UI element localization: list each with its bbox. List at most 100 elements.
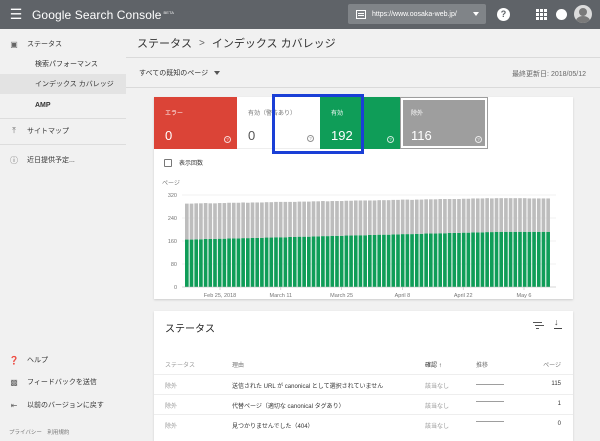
table-row[interactable]: 除外 送信された URL が canonical として選択されていません 該当…	[154, 374, 573, 394]
main-content: ステータス > インデックス カバレッジ すべての既知のページ 最終更新日: 2…	[126, 29, 600, 441]
help-icon[interactable]: ?	[224, 136, 231, 143]
bar-excluded	[490, 198, 494, 233]
apps-grid-icon[interactable]	[535, 8, 548, 21]
sidebar-item-sitemaps[interactable]: ⤒ サイトマップ	[0, 121, 126, 141]
table-row[interactable]: 除外 見つかりませんでした（404） 該当なし 0	[154, 414, 573, 434]
page-filter-dropdown[interactable]: すべての既知のページ	[139, 68, 208, 78]
sidebar-item-coming-soon[interactable]: ⓘ 近日提供予定...	[0, 150, 126, 170]
bar-excluded	[292, 201, 297, 237]
bar-excluded	[222, 203, 227, 239]
bar-valid	[203, 238, 208, 287]
bar-excluded	[199, 203, 203, 240]
stat-tile-excluded[interactable]: 除外 116 ?	[400, 97, 488, 149]
bar-valid	[480, 232, 485, 287]
sidebar-item-feedback[interactable]: ▩ フィードバックを送信	[0, 372, 126, 392]
sidebar-item-performance[interactable]: 検索パフォーマンス	[0, 54, 126, 74]
bar-valid	[377, 234, 382, 287]
column-header-validation[interactable]: 確認 ↑	[425, 360, 442, 369]
last-updated-text: 最終更新日: 2018/05/12	[512, 71, 586, 78]
bar-valid	[382, 234, 386, 287]
sidebar-footer-links[interactable]: プライバシー 利用規約	[9, 428, 69, 436]
bar-valid	[236, 238, 241, 287]
y-tick-label: 320	[168, 193, 177, 199]
stat-tile-error[interactable]: エラー 0 ?	[154, 97, 237, 149]
help-icon[interactable]: ?	[387, 136, 394, 143]
sidebar-item-label: 検索パフォーマンス	[35, 61, 98, 68]
filter-icon[interactable]	[533, 322, 542, 329]
bar-excluded	[396, 199, 400, 235]
bar-valid	[297, 236, 302, 287]
bar-valid	[490, 232, 494, 287]
bar-valid	[344, 235, 349, 287]
help-icon[interactable]: ?	[497, 8, 510, 21]
bar-excluded	[236, 202, 241, 239]
bar-excluded	[311, 201, 316, 237]
bar-excluded	[452, 199, 457, 233]
column-header-pages[interactable]: ページ	[543, 360, 561, 369]
table-row[interactable]: 除外 代替ページ（適切な canonical タグあり） 該当なし 1	[154, 394, 573, 414]
sidebar-item-label: ヘルプ	[27, 357, 48, 364]
sidebar-item-index-coverage[interactable]: インデックス カバレッジ	[0, 74, 126, 94]
row-trend-sparkline	[476, 384, 504, 385]
page-title: インデックス カバレッジ	[211, 38, 336, 50]
notifications-icon[interactable]	[556, 9, 567, 20]
row-reason: 送信された URL が canonical として選択されていません	[232, 384, 384, 390]
bar-valid	[274, 237, 278, 287]
bar-excluded	[400, 199, 405, 235]
bar-valid	[522, 231, 527, 287]
sidebar-item-status[interactable]: ▣ ステータス	[0, 34, 126, 54]
help-icon[interactable]: ?	[475, 136, 482, 143]
bar-excluded	[344, 200, 349, 236]
product-name[interactable]: Google Search Console BETA	[32, 8, 174, 22]
x-tick-label: April 8	[395, 293, 411, 299]
chevron-down-icon	[473, 12, 479, 16]
bar-valid	[231, 238, 236, 287]
impressions-checkbox[interactable]	[164, 158, 172, 167]
row-pages: 0	[557, 421, 561, 427]
bar-valid	[227, 238, 231, 287]
bar-valid	[485, 232, 489, 287]
breadcrumb-status[interactable]: ステータス	[137, 35, 192, 51]
bar-excluded	[185, 203, 189, 240]
bar-valid	[199, 239, 203, 287]
breadcrumb-separator: >	[199, 37, 205, 49]
bar-valid	[189, 239, 194, 287]
bar-excluded	[508, 198, 513, 232]
bar-valid	[241, 238, 245, 287]
bar-valid	[353, 235, 358, 287]
download-icon[interactable]	[554, 317, 562, 329]
bar-valid	[325, 236, 330, 287]
column-header-status[interactable]: ステータス	[165, 360, 195, 369]
property-selector[interactable]: https://www.oosaka-web.jp/	[348, 4, 486, 24]
menu-icon[interactable]: ☰	[0, 0, 32, 29]
sidebar-item-label: 以前のバージョンに戻す	[27, 402, 104, 409]
checkbox-label: 表示回数	[179, 161, 204, 167]
sidebar-item-old-version[interactable]: ⇤ 以前のバージョンに戻す	[0, 395, 126, 415]
bar-valid	[452, 232, 457, 287]
row-reason: 見つかりませんでした（404）	[232, 424, 314, 430]
bar-valid	[410, 234, 414, 287]
bar-excluded	[208, 203, 213, 239]
help-icon: ❓	[9, 355, 19, 365]
bar-excluded	[377, 200, 382, 235]
bar-excluded	[297, 201, 302, 237]
bar-excluded	[433, 199, 438, 234]
column-header-trend[interactable]: 推移	[476, 360, 504, 369]
avatar[interactable]	[574, 5, 592, 23]
bar-valid	[518, 231, 522, 287]
bar-excluded	[541, 198, 546, 232]
show-impressions-toggle[interactable]: 表示回数	[164, 158, 203, 167]
table-actions	[533, 317, 562, 329]
bar-excluded	[363, 200, 367, 236]
bar-valid	[424, 233, 428, 287]
sidebar-item-amp[interactable]: AMP	[0, 95, 126, 115]
sidebar-item-help[interactable]: ❓ ヘルプ	[0, 350, 126, 370]
bar-excluded	[264, 202, 269, 238]
bar-excluded	[518, 198, 522, 232]
brand-text: Google Search Console	[32, 7, 162, 22]
bar-excluded	[424, 199, 428, 234]
chevron-down-icon[interactable]	[214, 70, 221, 75]
bar-valid	[278, 237, 283, 287]
bar-excluded	[203, 203, 208, 239]
column-header-reason[interactable]: 理由	[232, 360, 244, 369]
